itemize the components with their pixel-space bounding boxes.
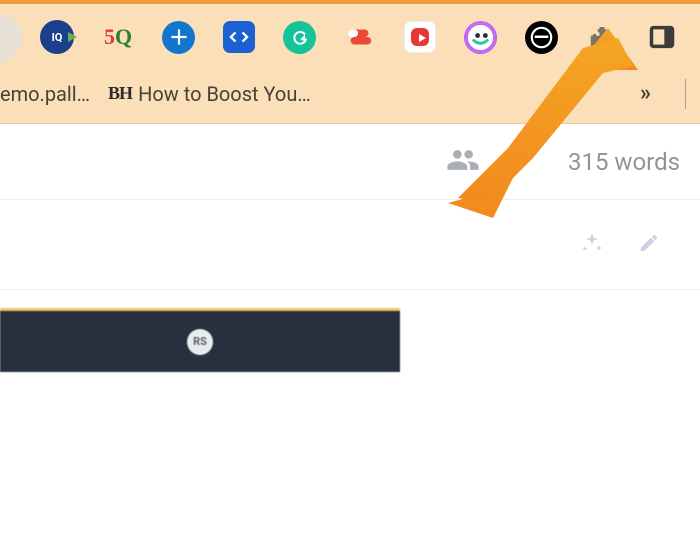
bookmarks-divider <box>685 79 686 109</box>
expressvpn-icon <box>344 20 376 54</box>
sparkle-icon[interactable] <box>580 231 604 259</box>
sidepanel-icon[interactable] <box>646 21 678 53</box>
bh-icon: BH <box>108 83 132 104</box>
sq-extension-icon[interactable]: 5Q <box>102 21 134 53</box>
overflow-label: » <box>640 81 651 106</box>
saved-check-icon <box>508 144 540 180</box>
code-extension-icon[interactable] <box>223 21 255 53</box>
expressvpn-extension-icon[interactable] <box>344 21 376 53</box>
iq-extension-icon[interactable]: IQ <box>40 20 74 54</box>
smile-icon <box>525 21 558 54</box>
loom-icon <box>464 21 497 54</box>
bookmark-label-1: emo.pall… <box>0 82 90 106</box>
plus-extension-icon[interactable] <box>162 21 195 54</box>
loom-extension-icon[interactable] <box>464 21 497 54</box>
bookmark-label-2: How to Boost You… <box>138 82 311 106</box>
word-count-label: 315 words <box>568 148 680 176</box>
pencil-icon[interactable] <box>638 232 660 258</box>
collaborators-icon[interactable] <box>446 143 480 181</box>
embedded-dark-banner: RS <box>0 308 400 372</box>
banner-badge: RS <box>187 329 213 355</box>
bookmarks-bar: emo.pall… BH How to Boost You… » <box>0 70 700 124</box>
panel-icon <box>648 23 676 51</box>
doc-tool-row <box>0 200 700 290</box>
grammarly-extension-icon[interactable] <box>283 21 316 54</box>
iq-label: IQ <box>52 31 63 44</box>
profile-avatar[interactable] <box>0 14 22 62</box>
bookmark-item-1[interactable]: emo.pall… <box>0 82 90 106</box>
plus-icon <box>166 24 192 50</box>
youtube-extension-icon[interactable] <box>404 21 436 53</box>
bookmark-item-2[interactable]: BH How to Boost You… <box>108 82 311 106</box>
grammarly-icon <box>290 27 310 47</box>
extension-bar: IQ 5Q <box>0 4 700 70</box>
extensions-menu-icon[interactable] <box>586 21 618 53</box>
code-icon <box>226 24 252 50</box>
smile-extension-icon[interactable] <box>525 21 558 54</box>
doc-status-row: 315 words <box>0 124 700 200</box>
puzzle-icon <box>587 22 617 52</box>
bookmarks-overflow-button[interactable]: » <box>634 81 657 106</box>
banner-badge-label: RS <box>193 335 207 348</box>
